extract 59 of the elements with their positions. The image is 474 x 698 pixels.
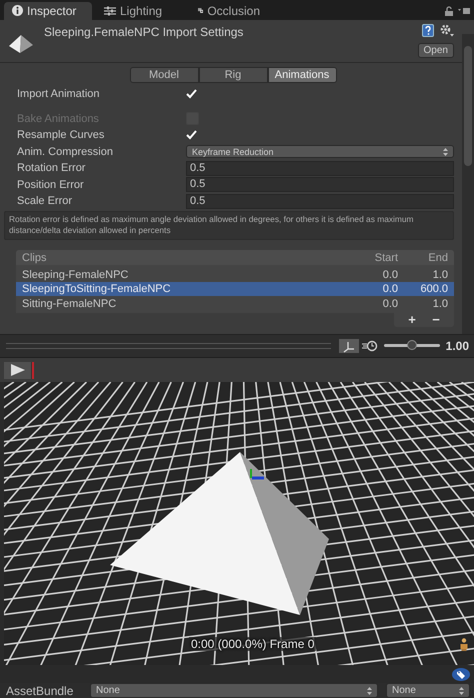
pyramid-icon [8,34,34,54]
table-cell-text: 1.0 [432,268,449,281]
add-button[interactable]: + [400,312,424,327]
help-text: Rotation error is defined as maximum angle deviation allowed in degrees, for others it is defined as maximum distance/delta deviation allowed in percents [4,211,454,240]
up-down-arrows-icon [443,148,448,156]
section-tab[interactable]: Rig [198,66,268,83]
number-field[interactable]: 0.5 [186,194,454,209]
figure-icon[interactable] [460,638,468,652]
tag-icon[interactable] [452,668,470,681]
column-header: Start [374,252,398,264]
axes-icon[interactable] [338,338,359,353]
dropdown[interactable]: Keyframe Reduction [186,145,454,158]
lock-icon[interactable] [444,6,454,16]
number-field[interactable]: 0.5 [186,177,454,192]
table-cell-text: 600.0 [419,283,449,296]
scrollbar[interactable] [462,34,474,334]
column-header: End [427,252,449,264]
table-cell-text: 0.0 [382,298,398,310]
section-tab[interactable]: Animations [268,66,336,83]
sliders-icon [104,6,116,16]
table-cell-text: SleepingToSitting-FemaleNPC [21,283,172,296]
field-label: Anim. Compression [16,146,114,158]
frame-status: 0:00 (000.0%) Frame 0 [189,637,316,652]
help-icon[interactable] [422,24,434,37]
play-icon [10,364,24,376]
panel-tab[interactable]: Inspector [4,2,92,20]
menu-icon[interactable] [458,6,470,15]
table-cell-text: 0.0 [382,268,398,281]
table-cell-text: Sitting-FemaleNPC [21,298,118,310]
play-button[interactable] [4,362,32,379]
field-label: Scale Error [16,195,74,208]
up-down-arrows-icon [367,686,372,695]
field-label: Rotation Error [16,162,86,174]
number-field[interactable]: 0.5 [186,160,454,176]
info-icon [12,5,23,16]
open-button[interactable]: Open [418,42,454,58]
field-label: Position Error [16,178,85,191]
table-cell-text: 1.0 [432,298,449,310]
table-cell-text: Sleeping-FemaleNPC [21,268,130,281]
clock-icon [362,340,378,352]
asset-title: Sleeping.FemaleNPC Import Settings [44,24,244,39]
asset-bundle-label: AssetBundle [6,684,74,698]
clip-row[interactable]: Sleeping-FemaleNPC 0.0 1.0 [16,267,454,282]
up-down-arrows-icon [459,686,464,695]
speed-value: 1.00 [446,338,470,353]
resize-handle[interactable] [6,342,331,349]
column-header: Clips [21,252,48,264]
clip-row[interactable]: Sitting-FemaleNPC 0.0 1.0 [16,296,454,311]
table-cell-text: 0.0 [382,283,398,296]
field-label: Import Animation [16,88,101,100]
field-label: Resample Curves [16,129,106,142]
remove-button[interactable]: − [424,312,448,327]
clip-row[interactable]: SleepingToSitting-FemaleNPC 0.0 600.0 [16,282,454,296]
settings-icon[interactable] [440,24,454,37]
section-tab[interactable]: Model [130,66,198,83]
dropdown[interactable]: None [90,683,378,698]
panel-tab[interactable]: Occlusion [190,2,268,20]
panel-tab[interactable]: Lighting [96,2,186,20]
dropdown[interactable]: None [386,683,470,698]
